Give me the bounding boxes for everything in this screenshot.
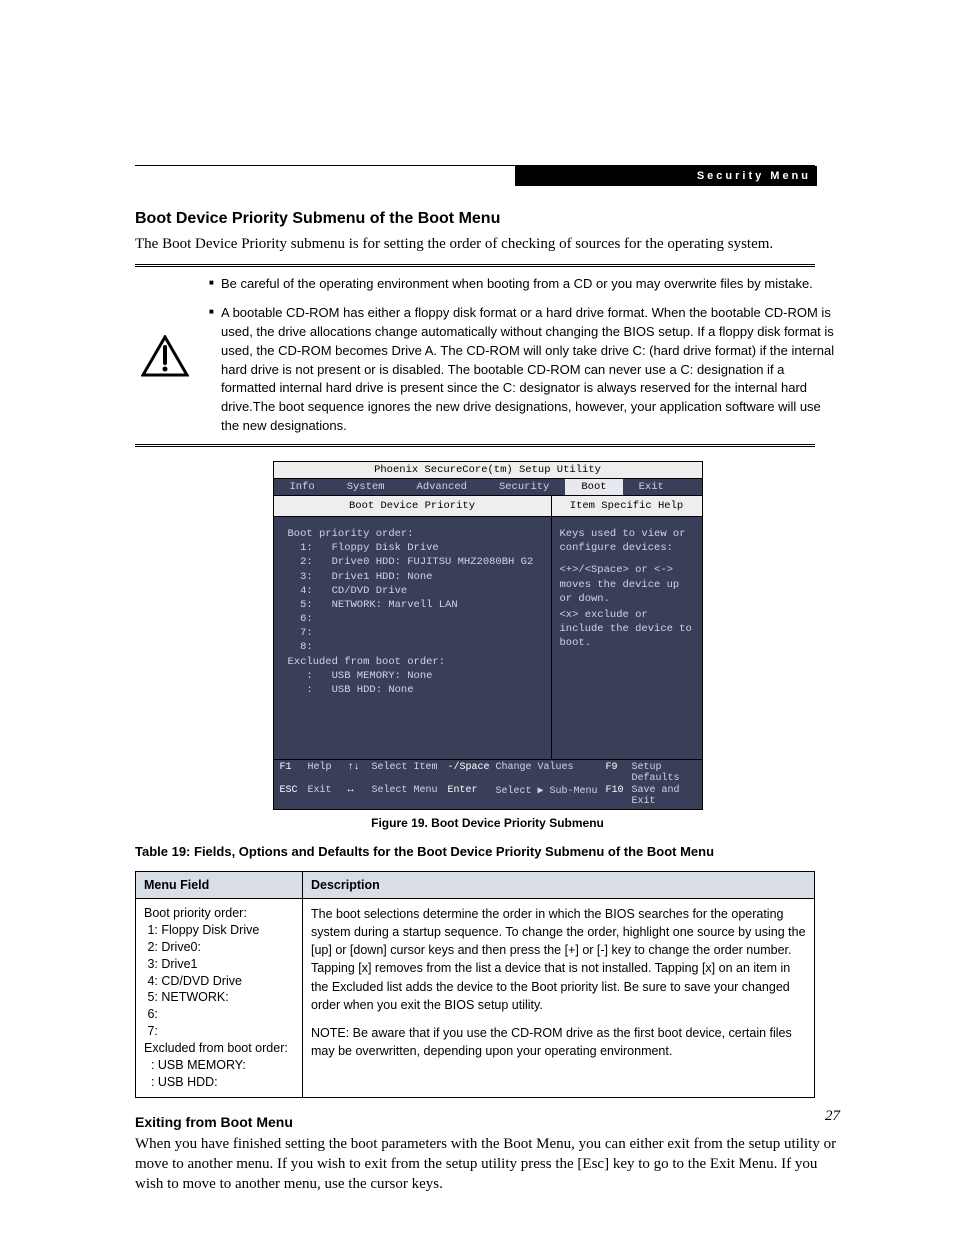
th-menu-field: Menu Field xyxy=(136,872,303,899)
bios-tab-advanced: Advanced xyxy=(401,479,483,495)
key-updown: ↑↓ xyxy=(348,762,372,784)
key-f9-label: Setup Defaults xyxy=(632,762,696,784)
key-f10: F10 xyxy=(606,785,632,807)
subsection-paragraph: When you have finished setting the boot … xyxy=(135,1134,840,1195)
td-menu-field: Boot priority order: 1: Floppy Disk Driv… xyxy=(136,899,303,1098)
intro-paragraph: The Boot Device Priority submenu is for … xyxy=(135,234,840,254)
td-description: The boot selections determine the order … xyxy=(303,899,815,1098)
bios-menubar: Info System Advanced Security Boot Exit xyxy=(274,479,702,496)
key-enter: Enter xyxy=(448,785,496,807)
figure-caption: Figure 19. Boot Device Priority Submenu xyxy=(135,816,840,830)
key-esc-label: Exit xyxy=(308,785,348,807)
td-desc-note: NOTE: Be aware that if you use the CD-RO… xyxy=(311,1024,806,1060)
caution-icon xyxy=(135,335,195,377)
page-number: 27 xyxy=(825,1108,840,1125)
key-f9: F9 xyxy=(606,762,632,784)
key-plusminus-label: Change Values xyxy=(496,762,606,784)
caution-bullet-2: A bootable CD-ROM has either a floppy di… xyxy=(209,304,840,436)
key-enter-label: Select ▶ Sub-Menu xyxy=(496,785,606,807)
key-f10-label: Save and Exit xyxy=(632,785,696,807)
bios-left-panel: Boot priority order: 1: Floppy Disk Driv… xyxy=(274,517,551,759)
bios-screenshot: Phoenix SecureCore(tm) Setup Utility Inf… xyxy=(273,461,703,810)
bios-right-panel: Keys used to view or configure devices:<… xyxy=(552,517,702,759)
caution-notice: Be careful of the operating environment … xyxy=(135,275,840,436)
bios-left-heading: Boot Device Priority xyxy=(274,496,551,517)
bios-keybar: F1 Help ↑↓ Select Item -/Space Change Va… xyxy=(274,760,702,809)
bios-tab-system: System xyxy=(331,479,401,495)
caution-bullet-1: Be careful of the operating environment … xyxy=(209,275,840,294)
table-caption: Table 19: Fields, Options and Defaults f… xyxy=(135,844,840,859)
bios-tab-exit: Exit xyxy=(623,479,680,495)
th-description: Description xyxy=(303,872,815,899)
bios-tab-security: Security xyxy=(483,479,565,495)
fields-table: Menu Field Description Boot priority ord… xyxy=(135,871,815,1098)
key-f1: F1 xyxy=(280,762,308,784)
bios-right-heading: Item Specific Help xyxy=(552,496,702,517)
key-plusminus: -/Space xyxy=(448,762,496,784)
double-rule-top xyxy=(135,264,815,267)
subsection-heading: Exiting from Boot Menu xyxy=(135,1114,840,1130)
bios-tab-info: Info xyxy=(274,479,331,495)
key-esc: ESC xyxy=(280,785,308,807)
double-rule-bottom xyxy=(135,444,815,447)
key-updown-label: Select Item xyxy=(372,762,448,784)
bios-title: Phoenix SecureCore(tm) Setup Utility xyxy=(274,462,702,479)
header-tab-security: Security Menu xyxy=(515,166,817,186)
key-leftright: ↔ xyxy=(348,785,372,807)
section-heading: Boot Device Priority Submenu of the Boot… xyxy=(135,210,840,228)
td-desc-main: The boot selections determine the order … xyxy=(311,907,806,1012)
key-f1-label: Help xyxy=(308,762,348,784)
bios-tab-boot: Boot xyxy=(565,479,622,495)
key-leftright-label: Select Menu xyxy=(372,785,448,807)
